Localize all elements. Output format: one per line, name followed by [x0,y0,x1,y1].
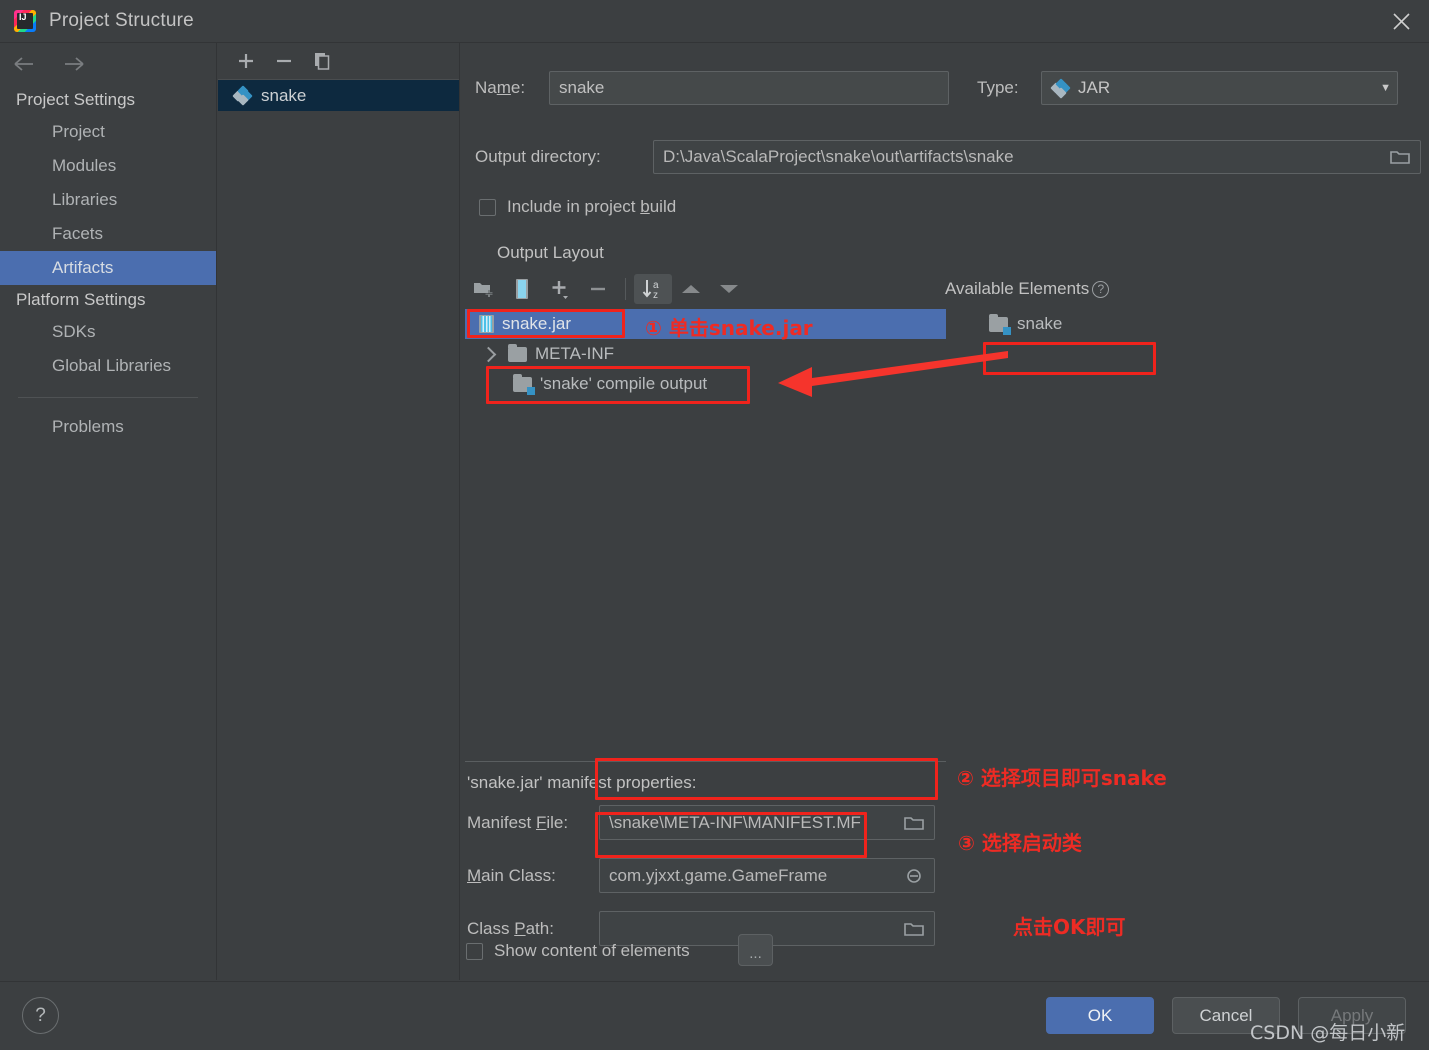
arrow-right-icon[interactable] [62,53,88,75]
annotation-box-snake-jar [467,309,625,338]
show-content-of-elements-label: Show content of elements [494,941,690,960]
type-dropdown-value: JAR [1078,78,1111,97]
artifact-list-item[interactable]: snake [218,80,459,111]
chevron-right-icon[interactable] [480,346,497,362]
output-directory-value: D:\Java\ScalaProject\snake\out\artifacts… [663,147,1014,166]
available-elements-tree: snake [947,309,1427,339]
sidebar-item-sdks[interactable]: SDKs [0,315,216,349]
add-copy-of-button[interactable] [541,274,579,304]
sidebar-item-problems[interactable]: Problems [0,410,216,444]
sidebar-item-facets[interactable]: Facets [0,217,216,251]
remove-artifact-button[interactable] [274,51,294,71]
artifacts-list-panel: snake [218,43,460,980]
show-content-of-elements-checkbox[interactable]: Show content of elements [466,941,690,961]
type-dropdown[interactable]: JAR ▼ [1041,71,1398,105]
move-up-button[interactable] [672,274,710,304]
sidebar-item-modules[interactable]: Modules [0,149,216,183]
annotation-step-1: ① 单击snake.jar [645,316,813,340]
output-directory-input[interactable]: D:\Java\ScalaProject\snake\out\artifacts… [653,140,1421,174]
sidebar-divider [18,397,198,398]
watermark-text: CSDN @每日小新 [1250,1022,1406,1044]
sidebar-item-artifacts[interactable]: Artifacts [0,251,216,285]
sidebar-group-platform-settings: Platform Settings [16,290,146,309]
show-content-options-button[interactable]: ... [738,934,773,966]
add-artifact-button[interactable] [236,51,256,71]
settings-sidebar: Project Settings Project Modules Librari… [0,43,217,980]
include-in-project-build-checkbox[interactable]: Include in project build [479,197,676,217]
artifacts-toolbar [218,43,459,80]
main-class-value: com.yjxxt.game.GameFrame [609,865,828,885]
svg-text:z: z [653,290,658,301]
annotation-step-2: ② 选择项目即可snake [957,766,1167,790]
window-title: Project Structure [49,10,194,31]
available-elements-title: Available Elements [945,279,1090,298]
main-class-row: Main Class: com.yjxxt.game.GameFrame [467,858,935,893]
sidebar-nav-arrows [0,43,216,85]
name-label: Name: [475,78,526,97]
sidebar-group-project-settings: Project Settings [16,90,136,109]
annotation-box-main-class [595,812,867,858]
copy-artifact-button[interactable] [312,51,332,71]
jar-type-diamond-icon [1050,77,1071,99]
sort-by-name-button[interactable]: a z [634,274,672,304]
sidebar-item-project[interactable]: Project [0,115,216,149]
artifact-list-item-label: snake [261,85,307,105]
folder-browse-icon[interactable] [903,920,925,938]
tree-row-label: META-INF [535,344,615,363]
annotation-arrow-icon [778,351,1008,397]
sidebar-item-libraries[interactable]: Libraries [0,183,216,217]
artifact-diamond-icon [232,85,253,106]
chevron-down-icon: ▼ [1380,82,1391,94]
available-element-row-snake[interactable]: snake [947,309,1427,339]
intellij-logo-icon: IJ [14,10,36,32]
title-bar: IJ Project Structure [0,0,1429,43]
folder-icon [508,343,527,362]
folder-browse-icon[interactable] [1389,148,1411,166]
checkbox-box [479,198,496,216]
include-in-project-build-label: Include in project build [507,197,677,216]
class-path-label: Class Path: [467,918,554,938]
move-down-button[interactable] [710,274,748,304]
remove-element-button[interactable] [579,274,617,304]
annotation-step-4: 点击OK即可 [1013,915,1126,939]
main-class-browse-icon[interactable] [903,867,925,885]
annotation-step-3: ③ 选择启动类 [958,831,1082,855]
close-icon[interactable] [1373,0,1429,43]
main-class-label: Main Class: [467,865,556,885]
name-row: Name: snake [475,71,949,105]
available-elements-header: Available Elements ? [945,279,1110,299]
create-directory-button[interactable] [465,274,503,304]
folder-browse-icon[interactable] [903,814,925,832]
output-directory-row: Output directory: D:\Java\ScalaProject\s… [475,140,1421,174]
help-circle-icon[interactable]: ? [1092,280,1110,298]
checkbox-box [466,942,483,960]
main-class-input[interactable]: com.yjxxt.game.GameFrame [599,858,935,893]
sidebar-item-global-libraries[interactable]: Global Libraries [0,349,216,383]
toolbar-divider [625,278,626,300]
available-element-label: snake [1017,314,1063,333]
module-output-icon [989,313,1011,335]
project-structure-dialog: IJ Project Structure Project Settings Pr… [0,0,1429,1050]
intellij-logo-text: IJ [17,13,33,29]
annotation-box-manifest-file [595,758,938,800]
arrow-left-icon[interactable] [12,53,38,75]
name-input[interactable]: snake [549,71,949,105]
create-archive-button[interactable] [503,274,541,304]
manifest-file-label: Manifest File: [467,812,569,832]
type-label: Type: [977,78,1019,97]
help-button[interactable]: ? [22,997,59,1034]
output-directory-label: Output directory: [475,147,601,166]
ok-button[interactable]: OK [1046,997,1154,1034]
annotation-box-compile-output [486,366,750,404]
output-layout-label: Output Layout [497,243,604,262]
